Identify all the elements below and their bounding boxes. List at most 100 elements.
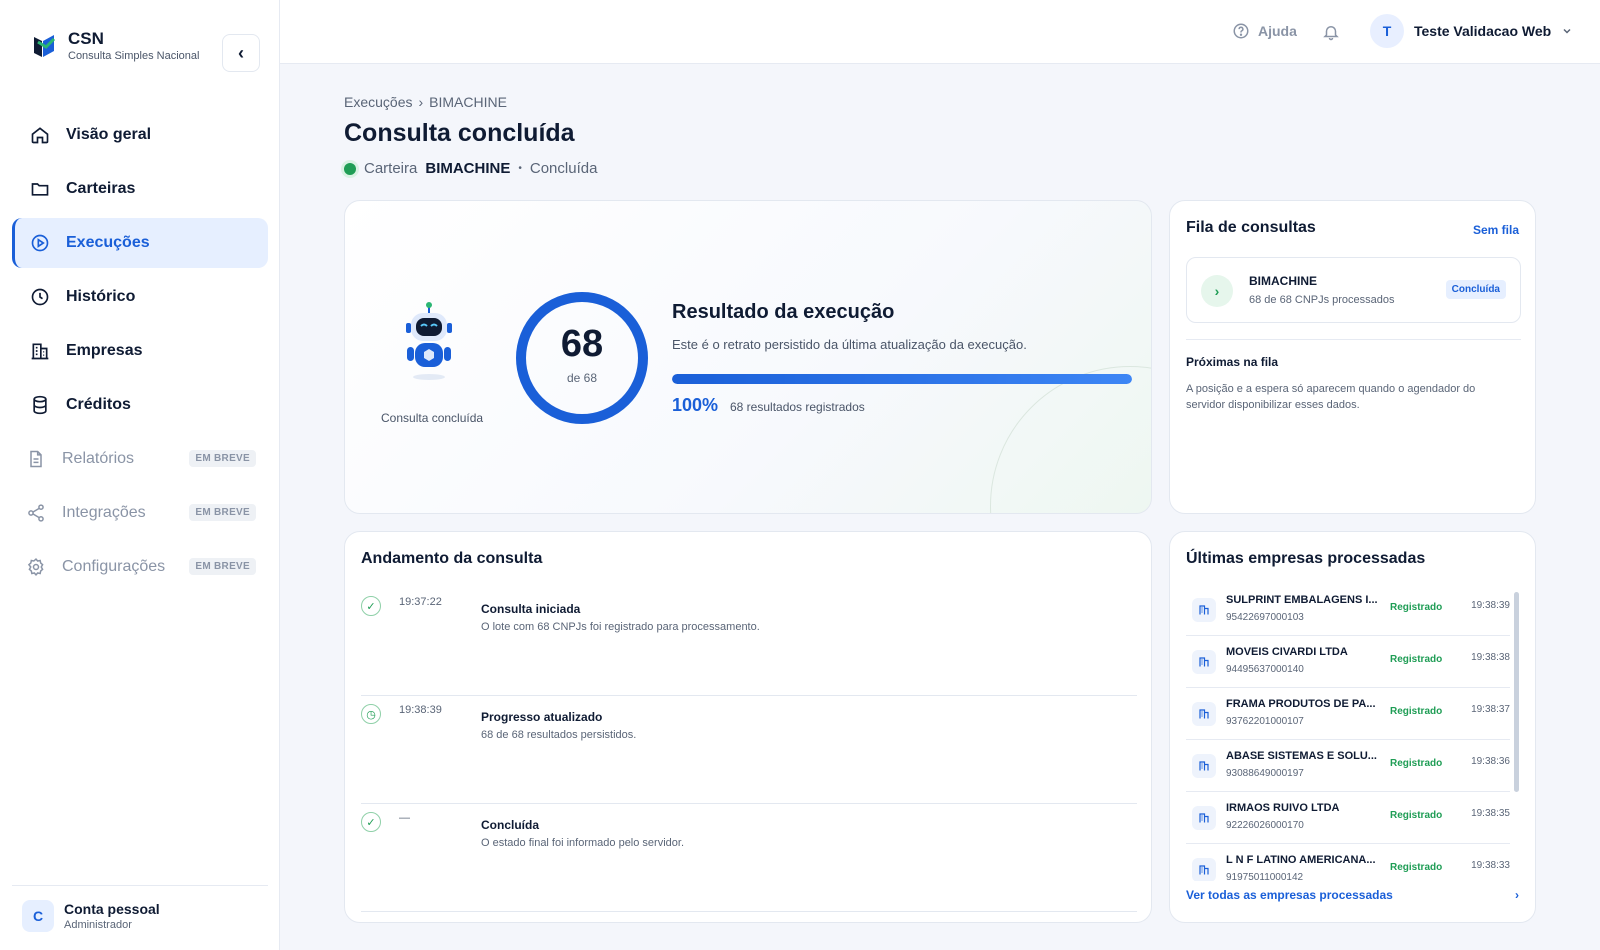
timeline-title: Progresso atualizado bbox=[481, 710, 603, 724]
companies-list[interactable]: SULPRINT EMBALAGENS I... 95422697000103 … bbox=[1186, 584, 1510, 881]
home-icon bbox=[31, 127, 49, 144]
queue-title: Fila de consultas bbox=[1186, 219, 1316, 236]
list-item[interactable]: FRAMA PRODUTOS DE PA... 93762201000107 R… bbox=[1186, 688, 1510, 740]
building-icon bbox=[1192, 702, 1216, 726]
account-role: Administrador bbox=[64, 919, 132, 931]
brand-title: CSN bbox=[68, 29, 104, 48]
company-time: 19:38:35 bbox=[1471, 808, 1510, 819]
processed-count: 68 bbox=[560, 323, 604, 365]
share-icon bbox=[28, 504, 44, 522]
sidebar: CSN Consulta Simples Nacional ‹ Visão ge… bbox=[0, 0, 280, 950]
company-name: MOVEIS CIVARDI LTDA bbox=[1226, 646, 1348, 658]
sidebar-item-label: Créditos bbox=[66, 396, 131, 413]
timeline-title: Consulta iniciada bbox=[481, 602, 581, 616]
wallet-label: Carteira bbox=[364, 160, 418, 177]
coming-soon-badge: EM BREVE bbox=[189, 450, 256, 467]
page-subtitle: Carteira BIMACHINE • Concluída bbox=[344, 160, 597, 177]
collapse-sidebar-button[interactable]: ‹ bbox=[222, 34, 260, 72]
sidebar-item-visao-geral[interactable]: Visão geral bbox=[12, 110, 268, 160]
progress-title: Andamento da consulta bbox=[361, 550, 543, 567]
breadcrumb-parent[interactable]: Execuções bbox=[344, 94, 412, 110]
sidebar-item-relatorios[interactable]: Relatórios EM BREVE bbox=[12, 434, 268, 484]
list-item[interactable]: SULPRINT EMBALAGENS I... 95422697000103 … bbox=[1186, 584, 1510, 636]
status-badge: Registrado bbox=[1390, 654, 1443, 665]
status-badge: Concluída bbox=[1445, 280, 1506, 299]
timeline-time: — bbox=[399, 812, 410, 824]
chevron-right-icon[interactable]: › bbox=[1515, 888, 1519, 902]
building-icon bbox=[1192, 858, 1216, 881]
company-cnpj: 95422697000103 bbox=[1226, 612, 1304, 623]
company-cnpj: 94495637000140 bbox=[1226, 664, 1304, 675]
help-button[interactable]: Ajuda bbox=[1232, 22, 1297, 40]
sidebar-item-label: Relatórios bbox=[62, 450, 135, 467]
processed-total: de 68 bbox=[566, 371, 598, 385]
brand[interactable]: CSN Consulta Simples Nacional bbox=[32, 30, 199, 62]
sidebar-item-label: Execuções bbox=[66, 234, 150, 251]
scrollbar[interactable] bbox=[1514, 592, 1519, 792]
chevron-left-icon: ‹ bbox=[238, 42, 244, 63]
sidebar-item-creditos[interactable]: Créditos bbox=[12, 380, 268, 430]
status-badge: Registrado bbox=[1390, 862, 1443, 873]
queue-card: Fila de consultas Sem fila › BIMACHINE 6… bbox=[1169, 200, 1536, 514]
user-menu[interactable]: T Teste Validacao Web bbox=[1370, 14, 1573, 48]
status-dot bbox=[344, 162, 356, 175]
progress-bar bbox=[672, 374, 1132, 384]
robot-label: Consulta concluída bbox=[381, 411, 484, 425]
chevron-down-icon bbox=[1563, 28, 1571, 34]
see-all-companies-link[interactable]: Ver todas as empresas processadas bbox=[1186, 888, 1393, 902]
company-time: 19:38:33 bbox=[1471, 860, 1510, 871]
list-item[interactable]: MOVEIS CIVARDI LTDA 94495637000140 Regis… bbox=[1186, 636, 1510, 688]
records-count: 68 resultados registrados bbox=[730, 400, 865, 414]
company-time: 19:38:36 bbox=[1471, 756, 1510, 767]
list-item[interactable]: ABASE SISTEMAS E SOLU... 93088649000197 … bbox=[1186, 740, 1510, 792]
sidebar-item-empresas[interactable]: Empresas bbox=[12, 326, 268, 376]
company-cnpj: 93762201000107 bbox=[1226, 716, 1304, 727]
user-name: Teste Validacao Web bbox=[1414, 23, 1552, 39]
sidebar-nav: Visão geral Carteiras Execuções Históric… bbox=[12, 110, 268, 596]
status-badge: Registrado bbox=[1390, 706, 1443, 717]
sidebar-item-label: Integrações bbox=[62, 504, 146, 521]
timeline-time: 19:38:39 bbox=[399, 704, 442, 716]
sidebar-item-historico[interactable]: Histórico bbox=[12, 272, 268, 322]
progress-bar-fill bbox=[672, 374, 1132, 384]
sidebar-item-execucoes[interactable]: Execuções bbox=[12, 218, 268, 268]
clock-icon: ◷ bbox=[361, 704, 381, 724]
building-icon bbox=[31, 343, 49, 360]
timeline-item: ✓ — Concluída O estado final foi informa… bbox=[361, 804, 1137, 912]
avatar: T bbox=[1370, 14, 1404, 48]
check-icon: ✓ bbox=[361, 812, 381, 832]
notifications-button[interactable] bbox=[1322, 22, 1340, 47]
sidebar-item-label: Visão geral bbox=[66, 126, 152, 143]
timeline-description: O estado final foi informado pelo servid… bbox=[481, 837, 685, 849]
queue-item[interactable]: › BIMACHINE 68 de 68 CNPJs processados C… bbox=[1186, 257, 1521, 323]
breadcrumb-separator: › bbox=[418, 94, 424, 110]
sidebar-item-label: Carteiras bbox=[66, 180, 136, 197]
account-name: Conta pessoal bbox=[64, 901, 160, 917]
company-name: SULPRINT EMBALAGENS I... bbox=[1226, 594, 1378, 606]
brand-subtitle: Consulta Simples Nacional bbox=[68, 50, 200, 62]
company-time: 19:38:37 bbox=[1471, 704, 1510, 715]
company-name: FRAMA PRODUTOS DE PA... bbox=[1226, 698, 1376, 710]
topbar: Ajuda T Teste Validacao Web bbox=[280, 0, 1600, 64]
status-badge: Registrado bbox=[1390, 810, 1443, 821]
sidebar-item-label: Histórico bbox=[66, 288, 136, 305]
csn-logo-icon bbox=[34, 35, 56, 57]
account-switcher[interactable]: C Conta pessoal Administrador bbox=[12, 885, 268, 932]
list-item[interactable]: L N F LATINO AMERICANA... 91975011000142… bbox=[1186, 844, 1510, 881]
divider bbox=[1186, 339, 1521, 340]
folder-icon bbox=[31, 183, 49, 196]
company-time: 19:38:39 bbox=[1471, 600, 1510, 611]
breadcrumb: Execuções › BIMACHINE bbox=[344, 94, 507, 110]
sidebar-item-carteiras[interactable]: Carteiras bbox=[12, 164, 268, 214]
sidebar-item-integracoes[interactable]: Integrações EM BREVE bbox=[12, 488, 268, 538]
queue-status-link[interactable]: Sem fila bbox=[1473, 223, 1519, 237]
database-icon bbox=[33, 395, 47, 415]
company-name: L N F LATINO AMERICANA... bbox=[1226, 854, 1376, 866]
list-item[interactable]: IRMAOS RUIVO LTDA 92226026000170 Registr… bbox=[1186, 792, 1510, 844]
sidebar-item-label: Configurações bbox=[62, 558, 166, 575]
gear-icon bbox=[27, 558, 44, 577]
sidebar-item-configuracoes[interactable]: Configurações EM BREVE bbox=[12, 542, 268, 592]
timeline-description: O lote com 68 CNPJs foi registrado para … bbox=[481, 621, 760, 633]
timeline-description: 68 de 68 resultados persistidos. bbox=[481, 729, 637, 741]
avatar: C bbox=[22, 900, 54, 932]
